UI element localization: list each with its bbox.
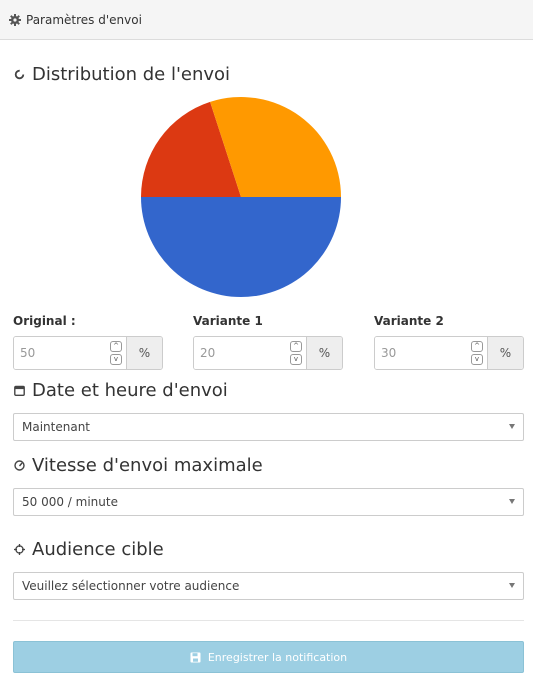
audience-title: Audience cible [32, 539, 164, 560]
speed-selected-value: 50 000 / minute [22, 495, 118, 509]
variante1-value: 20 [200, 346, 216, 360]
variante2-field-group: Variante 2 30 ^ v % [374, 314, 524, 370]
variante1-spinner: ^ v [290, 341, 302, 365]
audience-selected-value: Veuillez sélectionner votre audience [22, 579, 240, 593]
audience-heading: Audience cible [13, 539, 164, 560]
original-field-group: Original : 50 ^ v % [13, 314, 163, 370]
variante1-decrement-button[interactable]: v [290, 354, 302, 365]
panel-header: Paramètres d'envoi [0, 0, 533, 40]
original-decrement-button[interactable]: v [110, 354, 122, 365]
calendar-icon [13, 385, 25, 397]
date-selected-value: Maintenant [22, 420, 91, 434]
variante2-decrement-button[interactable]: v [471, 354, 483, 365]
variante2-input-group: 30 ^ v % [374, 336, 524, 370]
original-increment-button[interactable]: ^ [110, 341, 122, 352]
variante2-label: Variante 2 [374, 314, 444, 328]
variante2-percent-input[interactable]: 30 ^ v [375, 337, 487, 369]
variante1-label: Variante 1 [193, 314, 263, 328]
original-percent-addon: % [126, 337, 162, 369]
speed-heading: Vitesse d'envoi maximale [13, 455, 263, 476]
variante2-spinner: ^ v [471, 341, 483, 365]
variante1-field-group: Variante 1 20 ^ v % [193, 314, 343, 370]
variante1-percent-input[interactable]: 20 ^ v [194, 337, 306, 369]
circle-notch-icon [13, 69, 25, 81]
variante2-increment-button[interactable]: ^ [471, 341, 483, 352]
variante2-value: 30 [381, 346, 397, 360]
original-spinner: ^ v [110, 341, 122, 365]
panel-title: Paramètres d'envoi [26, 12, 142, 27]
original-value: 50 [20, 346, 36, 360]
date-caret-icon [509, 424, 515, 429]
variante1-percent-addon: % [306, 337, 342, 369]
original-input-group: 50 ^ v % [13, 336, 163, 370]
floppy-disk-icon [190, 652, 201, 663]
variante1-increment-button[interactable]: ^ [290, 341, 302, 352]
audience-caret-icon [509, 583, 515, 588]
distribution-heading: Distribution de l'envoi [13, 64, 230, 85]
variante1-input-group: 20 ^ v % [193, 336, 343, 370]
audience-select[interactable]: Veuillez sélectionner votre audience [13, 572, 524, 600]
original-label: Original : [13, 314, 76, 328]
variante2-percent-addon: % [487, 337, 523, 369]
gauge-icon [13, 460, 25, 472]
save-button-label: Enregistrer la notification [207, 650, 348, 664]
speed-title: Vitesse d'envoi maximale [32, 455, 263, 476]
speed-caret-icon [509, 499, 515, 504]
speed-select[interactable]: 50 000 / minute [13, 488, 524, 516]
date-title: Date et heure d'envoi [32, 380, 228, 401]
form-divider [13, 620, 524, 621]
crosshair-icon [13, 544, 25, 556]
pie-slice-1 [141, 197, 341, 297]
save-notification-button[interactable]: Enregistrer la notification [13, 641, 524, 673]
original-percent-input[interactable]: 50 ^ v [14, 337, 126, 369]
date-heading: Date et heure d'envoi [13, 380, 228, 401]
distribution-pie-chart [141, 97, 341, 297]
distribution-title: Distribution de l'envoi [32, 64, 231, 85]
gear-icon [9, 13, 21, 26]
date-select[interactable]: Maintenant [13, 413, 524, 441]
